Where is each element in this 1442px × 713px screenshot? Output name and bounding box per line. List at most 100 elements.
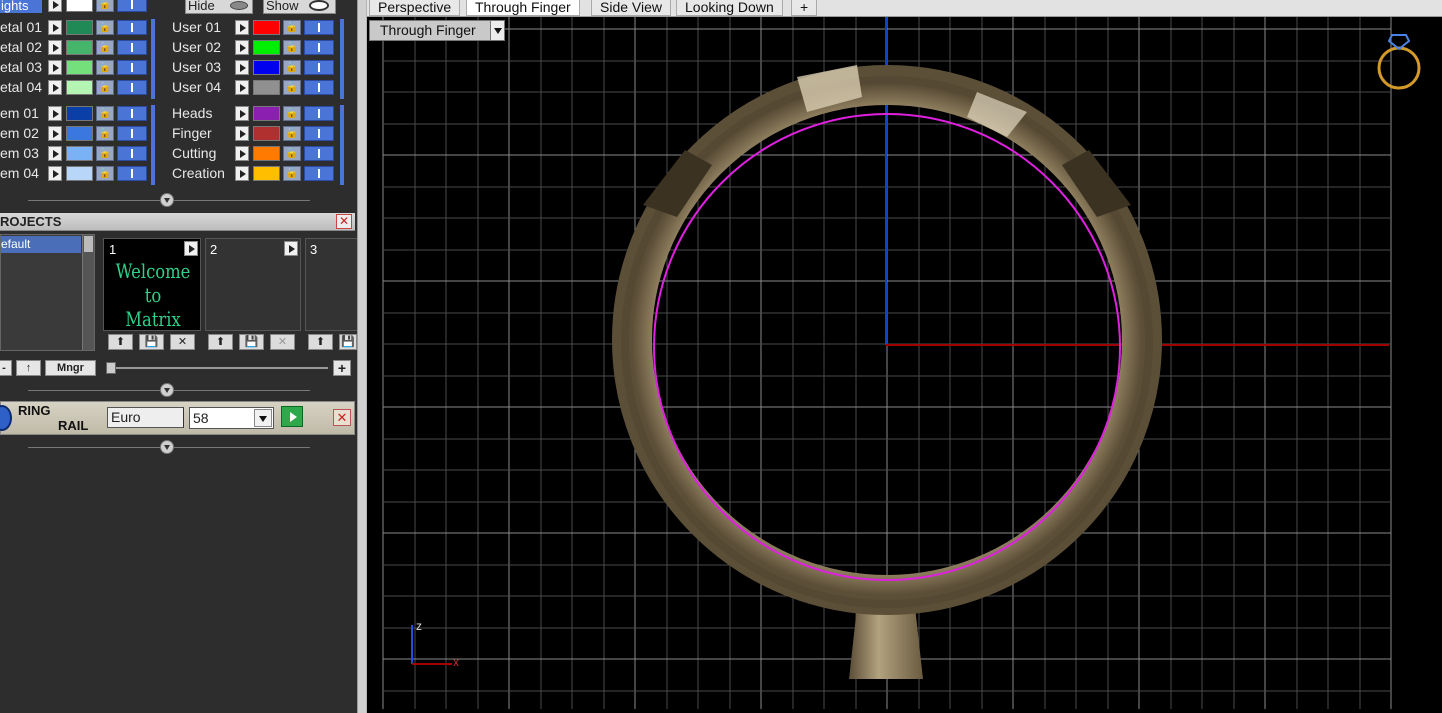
collapse-projects-button[interactable]: [160, 383, 174, 397]
viewport-tab-through-finger[interactable]: Through Finger: [466, 0, 580, 16]
layer-select-button[interactable]: [48, 146, 62, 161]
ring-size-select[interactable]: 58: [189, 407, 274, 429]
layer-color-swatch[interactable]: [253, 60, 280, 75]
layer-visibility-button[interactable]: [304, 40, 334, 55]
layer-lock-button[interactable]: 🔓: [283, 166, 301, 181]
slot-2-save-button[interactable]: 💾: [239, 334, 264, 350]
hide-button[interactable]: Hide: [185, 0, 253, 14]
layer-visibility-button[interactable]: [304, 166, 334, 181]
layer-visibility-button[interactable]: [304, 80, 334, 95]
viewport-tab-side-view[interactable]: Side View: [591, 0, 672, 16]
layer-color-swatch[interactable]: [253, 166, 280, 181]
layer-lock-button[interactable]: 🔓: [96, 40, 114, 55]
layer-color-swatch[interactable]: [66, 166, 93, 181]
ring-rail-close-button[interactable]: ✕: [333, 409, 351, 426]
projects-list-item[interactable]: efault: [1, 236, 81, 253]
layer-visibility-button[interactable]: [117, 126, 147, 141]
layer-lock-button[interactable]: 🔓: [283, 126, 301, 141]
slot-3-load-button[interactable]: ⬆: [308, 334, 333, 350]
viewport-canvas[interactable]: z x: [367, 17, 1442, 713]
scrollbar-thumb[interactable]: [84, 236, 93, 252]
layer-lock-button[interactable]: 🔓: [96, 20, 114, 35]
layer-select-button[interactable]: [235, 146, 249, 161]
layer-select-button[interactable]: [235, 60, 249, 75]
slider-thumb[interactable]: [106, 362, 116, 374]
panel-splitter[interactable]: [357, 0, 367, 713]
projects-zoom-slider[interactable]: [106, 362, 328, 374]
layer-visibility-button[interactable]: [304, 146, 334, 161]
layer-color-swatch[interactable]: [66, 126, 93, 141]
layer-lock-button[interactable]: 🔓: [96, 146, 114, 161]
layer-select-button[interactable]: [48, 126, 62, 141]
project-slot-2[interactable]: 2: [205, 238, 301, 331]
project-slot-3[interactable]: 3: [305, 238, 357, 331]
viewport-tab-looking-down[interactable]: Looking Down: [676, 0, 783, 16]
layer-select-button[interactable]: [48, 20, 62, 35]
layer-lock-button[interactable]: 🔓: [96, 60, 114, 75]
layer-color-swatch[interactable]: [253, 80, 280, 95]
layer-select-button[interactable]: [48, 166, 62, 181]
projects-minus-button[interactable]: -: [0, 360, 12, 376]
lights-visible-button[interactable]: [117, 0, 147, 12]
layer-visibility-button[interactable]: [117, 80, 147, 95]
lights-play-button[interactable]: [48, 0, 62, 12]
lights-color-swatch[interactable]: [66, 0, 93, 12]
layer-visibility-button[interactable]: [304, 20, 334, 35]
mngr-button[interactable]: Mngr: [45, 360, 96, 376]
slot-2-load-button[interactable]: ⬆: [208, 334, 233, 350]
layer-color-swatch[interactable]: [66, 80, 93, 95]
ring-size-unit-field[interactable]: Euro: [107, 407, 184, 428]
layer-visibility-button[interactable]: [117, 106, 147, 121]
layer-select-button[interactable]: [235, 166, 249, 181]
projects-plus-button[interactable]: +: [333, 360, 351, 376]
layer-color-swatch[interactable]: [253, 106, 280, 121]
collapse-ring-rail-button[interactable]: [160, 440, 174, 454]
project-slot-1-play[interactable]: [184, 241, 198, 256]
layer-lock-button[interactable]: 🔓: [283, 146, 301, 161]
layer-lock-button[interactable]: 🔓: [283, 40, 301, 55]
layer-lock-button[interactable]: 🔓: [96, 106, 114, 121]
collapse-layers-button[interactable]: [160, 193, 174, 207]
layer-select-button[interactable]: [48, 40, 62, 55]
slot-1-save-button[interactable]: 💾: [139, 334, 164, 350]
layer-visibility-button[interactable]: [304, 126, 334, 141]
layer-visibility-button[interactable]: [304, 60, 334, 75]
layer-color-swatch[interactable]: [66, 146, 93, 161]
layer-color-swatch[interactable]: [253, 20, 280, 35]
layer-lock-button[interactable]: 🔓: [283, 20, 301, 35]
viewport-tab-perspective[interactable]: Perspective: [369, 0, 461, 16]
layer-select-button[interactable]: [235, 126, 249, 141]
ring-rail-run-button[interactable]: [281, 406, 303, 427]
lights-lock-button[interactable]: 🔓: [96, 0, 114, 12]
view-dropdown[interactable]: Through Finger: [369, 20, 505, 41]
layer-select-button[interactable]: [235, 40, 249, 55]
layer-visibility-button[interactable]: [117, 20, 147, 35]
layer-visibility-button[interactable]: [117, 166, 147, 181]
project-slot-2-play[interactable]: [284, 241, 298, 256]
projects-list[interactable]: efault: [0, 234, 95, 351]
layer-select-button[interactable]: [235, 20, 249, 35]
layer-lock-button[interactable]: 🔓: [96, 126, 114, 141]
layer-color-swatch[interactable]: [66, 60, 93, 75]
layer-color-swatch[interactable]: [253, 126, 280, 141]
layer-lock-button[interactable]: 🔓: [96, 166, 114, 181]
layer-select-button[interactable]: [48, 106, 62, 121]
layer-lock-button[interactable]: 🔓: [283, 106, 301, 121]
layer-select-button[interactable]: [48, 60, 62, 75]
chevron-down-icon[interactable]: [254, 409, 272, 427]
layer-lock-button[interactable]: 🔓: [283, 80, 301, 95]
layer-visibility-button[interactable]: [304, 106, 334, 121]
slot-1-delete-button[interactable]: ✕: [170, 334, 195, 350]
layer-lock-button[interactable]: 🔓: [96, 80, 114, 95]
layer-visibility-button[interactable]: [117, 40, 147, 55]
project-slot-1[interactable]: 1 Welcome to Matrix: [103, 238, 201, 331]
layer-visibility-button[interactable]: [117, 146, 147, 161]
layer-color-swatch[interactable]: [253, 40, 280, 55]
projects-list-scrollbar[interactable]: [82, 235, 94, 350]
show-button[interactable]: Show: [263, 0, 336, 14]
layer-color-swatch[interactable]: [66, 20, 93, 35]
add-view-tab-button[interactable]: +: [791, 0, 818, 16]
layer-color-swatch[interactable]: [66, 106, 93, 121]
layer-lock-button[interactable]: 🔓: [283, 60, 301, 75]
layer-select-button[interactable]: [235, 106, 249, 121]
